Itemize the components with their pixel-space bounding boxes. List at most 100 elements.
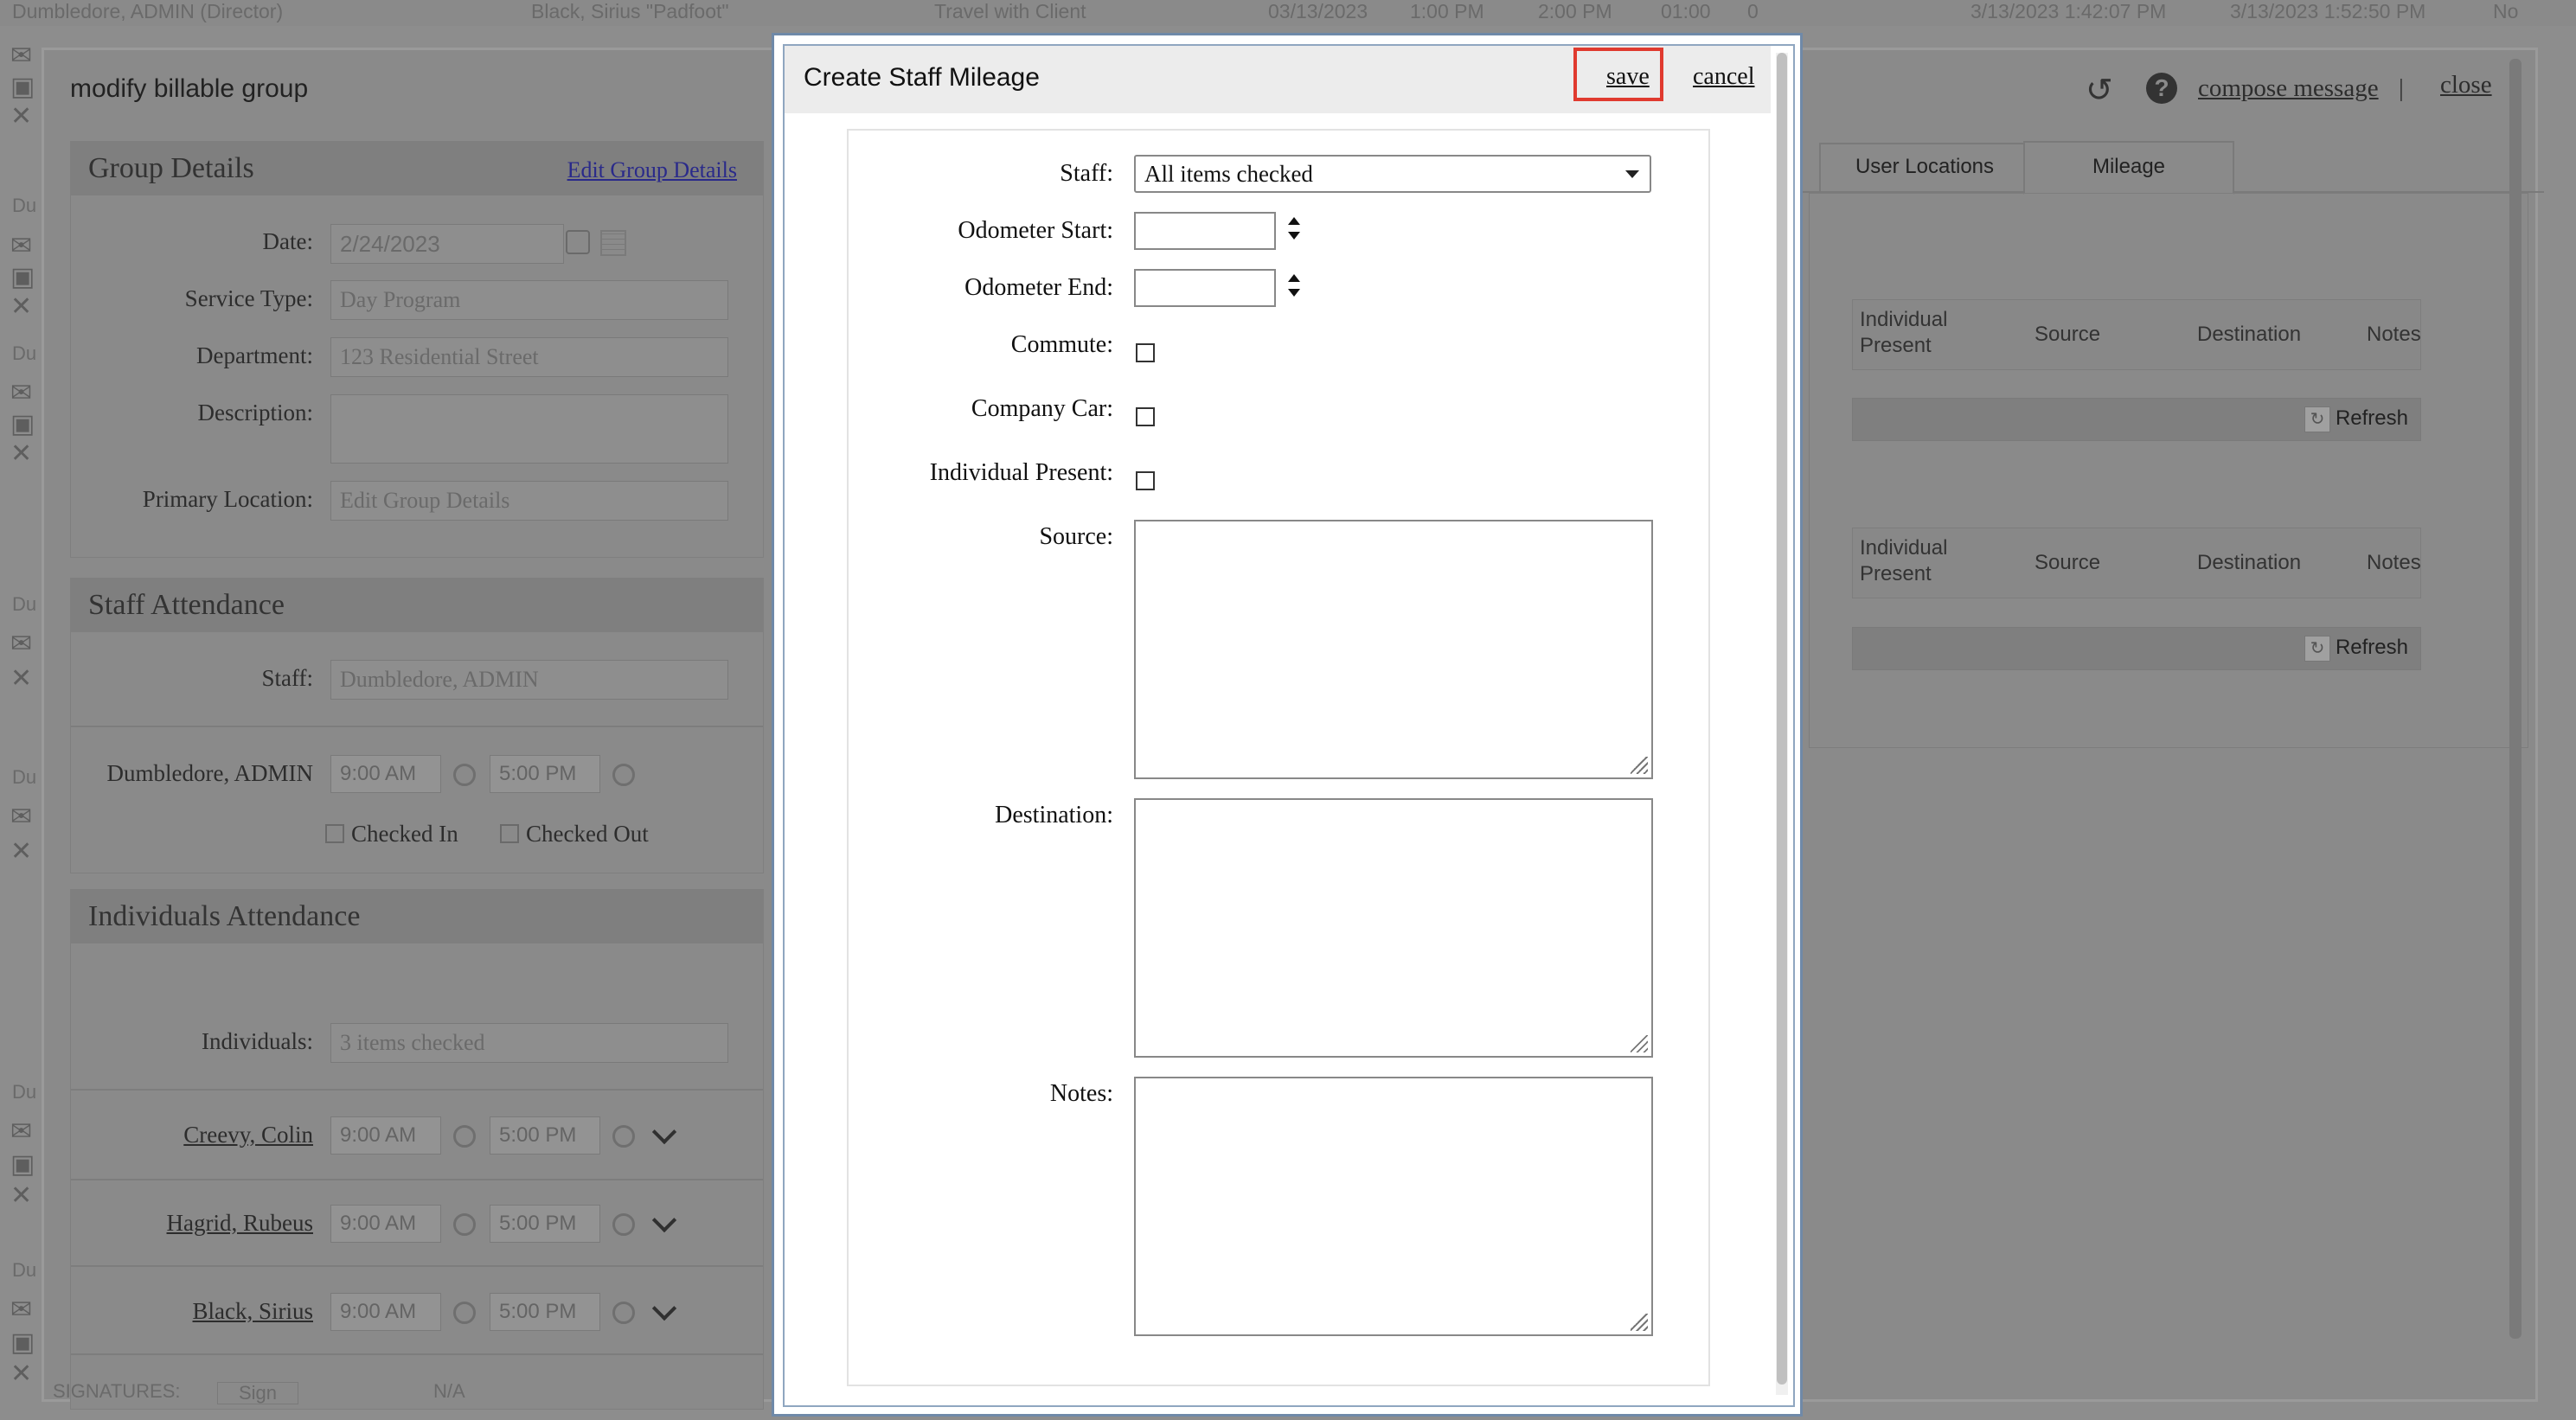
department-label: Department: [196, 342, 313, 368]
add-document-icon[interactable]: ▣ [10, 74, 35, 100]
clock-icon[interactable] [453, 764, 476, 786]
close-icon[interactable]: ✕ [10, 104, 32, 130]
mail-icon[interactable]: ✉ [10, 233, 32, 259]
individual-name-link[interactable]: Hagrid, Rubeus [167, 1210, 313, 1237]
resize-grip-icon[interactable] [1631, 1035, 1648, 1052]
row-label: Du [12, 766, 37, 788]
individual-name-link[interactable]: Black, Sirius [193, 1298, 314, 1325]
staff-select[interactable]: All items checked [1134, 155, 1651, 193]
service-type-select[interactable]: Day Program [330, 280, 728, 320]
tab-mileage[interactable]: Mileage [2023, 141, 2234, 195]
mail-icon[interactable]: ✉ [10, 381, 32, 406]
department-select[interactable]: 123 Residential Street [330, 337, 728, 377]
source-label: Source: [1039, 523, 1113, 550]
individuals-select[interactable]: 3 items checked [330, 1023, 728, 1063]
odometer-end-input[interactable] [1134, 269, 1276, 307]
description-input[interactable] [330, 394, 728, 464]
close-icon[interactable]: ✕ [10, 1361, 32, 1387]
description-label: Description: [197, 400, 313, 425]
row-count: 0 [1747, 0, 1759, 22]
sign-button[interactable]: Sign [217, 1382, 298, 1404]
odometer-start-input[interactable] [1134, 212, 1276, 250]
date-picker-icon[interactable] [600, 230, 626, 256]
company-car-checkbox[interactable] [1136, 407, 1155, 426]
chevron-down-icon[interactable] [651, 1207, 677, 1233]
edit-group-details-link[interactable]: Edit Group Details [567, 157, 737, 183]
primary-location-select[interactable]: Edit Group Details [330, 481, 728, 521]
cancel-button[interactable]: cancel [1693, 63, 1755, 91]
date-input[interactable]: 2/24/2023 [330, 224, 564, 264]
commute-checkbox[interactable] [1136, 343, 1155, 362]
source-textarea[interactable] [1134, 520, 1653, 779]
row-flag: No [2493, 0, 2519, 22]
staff-start-time[interactable]: 9:00 AM [330, 755, 441, 793]
staff-select[interactable]: Dumbledore, ADMIN [330, 660, 728, 700]
commute-label: Commute: [1010, 331, 1113, 358]
checked-out-checkbox[interactable] [500, 824, 519, 843]
mail-icon[interactable]: ✉ [10, 1297, 32, 1323]
compose-message-link[interactable]: compose message [2198, 74, 2379, 103]
resize-grip-icon[interactable] [1631, 757, 1648, 774]
add-document-icon[interactable]: ▣ [10, 1330, 35, 1356]
refresh-button[interactable]: ↻ Refresh [2304, 404, 2408, 433]
individual-end-time[interactable]: 5:00 PM [490, 1293, 600, 1331]
odometer-end-label: Odometer End: [964, 274, 1113, 301]
company-car-label: Company Car: [971, 395, 1113, 422]
staff-label: Staff: [1060, 160, 1113, 187]
chevron-down-icon[interactable] [651, 1119, 677, 1145]
clock-icon[interactable] [453, 1302, 476, 1324]
odometer-start-spinner[interactable] [1288, 217, 1302, 240]
refresh-icon: ↻ [2304, 635, 2330, 662]
tab-user-locations[interactable]: User Locations [1819, 143, 2030, 191]
individual-name-link[interactable]: Creevy, Colin [183, 1122, 313, 1148]
refresh-label: Refresh [2335, 406, 2408, 430]
clock-icon[interactable] [612, 764, 635, 786]
close-icon[interactable]: ✕ [10, 839, 32, 865]
odometer-end-spinner[interactable] [1288, 274, 1302, 297]
staff-end-time[interactable]: 5:00 PM [490, 755, 600, 793]
mail-icon[interactable]: ✉ [10, 631, 32, 657]
divider [71, 1265, 763, 1267]
calendar-icon[interactable] [566, 230, 590, 254]
mail-icon[interactable]: ✉ [10, 1119, 32, 1145]
individual-start-time[interactable]: 9:00 AM [330, 1293, 441, 1331]
left-row-strip: ✉ ▣ ✕ Du ✉ ▣ ✕ Du ✉ ▣ ✕ Du ✉ ✕ Du ✉ ✕ Du… [0, 26, 42, 1420]
checked-in-checkbox[interactable] [325, 824, 344, 843]
col-destination: Destination [2197, 551, 2302, 574]
chevron-down-icon[interactable] [651, 1295, 677, 1321]
add-document-icon[interactable]: ▣ [10, 265, 35, 291]
individual-start-time[interactable]: 9:00 AM [330, 1116, 441, 1155]
service-type-label: Service Type: [184, 285, 313, 311]
close-icon[interactable]: ✕ [10, 1183, 32, 1209]
notes-textarea[interactable] [1134, 1077, 1653, 1336]
clock-icon[interactable] [453, 1125, 476, 1148]
mail-icon[interactable]: ✉ [10, 43, 32, 69]
bg-scrollbar[interactable] [2509, 59, 2522, 1339]
clock-icon[interactable] [612, 1213, 635, 1236]
close-icon[interactable]: ✕ [10, 666, 32, 692]
history-icon[interactable]: ↺ [2086, 71, 2113, 110]
add-document-icon[interactable]: ▣ [10, 412, 35, 438]
resize-grip-icon[interactable] [1631, 1314, 1648, 1331]
modal-scrollbar[interactable] [1776, 53, 1788, 1395]
mail-icon[interactable]: ✉ [10, 804, 32, 830]
close-icon[interactable]: ✕ [10, 441, 32, 467]
divider [71, 726, 763, 727]
clock-icon[interactable] [453, 1213, 476, 1236]
individual-present-checkbox[interactable] [1136, 471, 1155, 490]
section-header: Group Details Edit Group Details [71, 142, 763, 195]
clock-icon[interactable] [612, 1125, 635, 1148]
refresh-button[interactable]: ↻ Refresh [2304, 633, 2408, 662]
individual-start-time[interactable]: 9:00 AM [330, 1205, 441, 1243]
modal-frame: Create Staff Mileage save cancel Staff: … [783, 44, 1795, 1407]
add-document-icon[interactable]: ▣ [10, 1152, 35, 1178]
individual-end-time[interactable]: 5:00 PM [490, 1116, 600, 1155]
clock-icon[interactable] [612, 1302, 635, 1324]
scrollbar-thumb[interactable] [1777, 53, 1787, 1385]
destination-textarea[interactable] [1134, 798, 1653, 1058]
help-icon[interactable]: ? [2146, 73, 2177, 104]
close-link[interactable]: close [2440, 71, 2492, 99]
individual-end-time[interactable]: 5:00 PM [490, 1205, 600, 1243]
staff-attendance-section: Staff Attendance Staff: Dumbledore, ADMI… [70, 578, 764, 873]
close-icon[interactable]: ✕ [10, 294, 32, 320]
